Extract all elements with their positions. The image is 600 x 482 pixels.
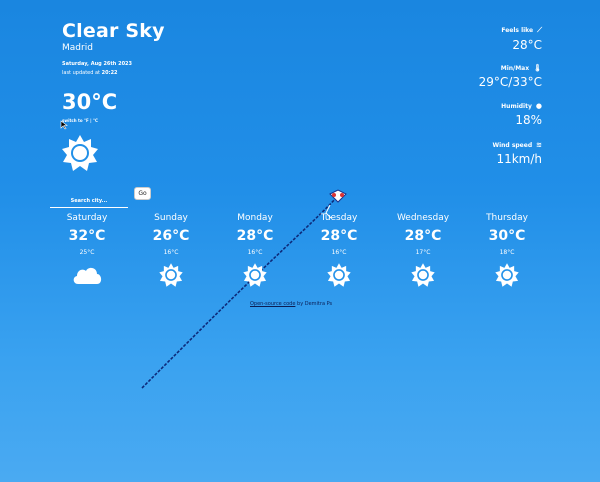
sun-icon — [62, 135, 98, 171]
forecast-day-name: Monday — [237, 213, 273, 223]
sun-icon — [495, 263, 519, 287]
search-form: Go — [50, 187, 151, 208]
min-max-label: Min/Max — [500, 65, 530, 72]
humidity-block: Humidity ● 18% — [501, 102, 542, 127]
forecast-min-temp: 16°C — [331, 249, 347, 256]
source-code-link[interactable]: Open-source code — [250, 301, 295, 307]
min-max-value: 29°C/33°C — [478, 75, 542, 89]
weather-description: Clear Sky — [62, 20, 165, 42]
forecast-day-name: Saturday — [66, 213, 108, 223]
forecast-day: Monday 28°C 16°C — [213, 213, 297, 292]
cloud-icon — [73, 267, 102, 284]
sun-icon — [327, 263, 351, 287]
forecast-day: Thursday 30°C 18°C — [465, 213, 549, 292]
go-button[interactable]: Go — [134, 187, 151, 200]
last-updated-prefix: last updated at — [62, 70, 101, 76]
humidity-label: Humidity — [501, 103, 532, 110]
forecast-day-name: Thursday — [486, 213, 528, 223]
sun-icon — [159, 263, 183, 287]
city-name: Madrid — [62, 43, 93, 53]
forecast-day-name: Sunday — [154, 213, 188, 223]
wind-block: Wind speed ≋ 11km/h — [492, 141, 542, 166]
current-date: Saturday, Aug 26th 2023 — [62, 61, 133, 67]
forecast-day: Tuesday 28°C 16°C — [297, 213, 381, 292]
forecast-max-temp: 26°C — [152, 228, 190, 244]
footer-author: by Demitra Ps — [297, 301, 333, 307]
wind-icon: ≋ — [536, 141, 542, 149]
forecast-max-temp: 28°C — [404, 228, 442, 244]
forecast-day: Wednesday 28°C 17°C — [381, 213, 465, 292]
footer-credit: Open-source code by Demitra Ps — [250, 301, 332, 307]
sun-icon — [411, 263, 435, 287]
current-temperature: 30°C — [62, 90, 118, 114]
forecast-max-temp: 28°C — [320, 228, 358, 244]
forecast-day-name: Wednesday — [396, 213, 450, 223]
forecast-day: Sunday 26°C 16°C — [129, 213, 213, 292]
unit-switch[interactable]: switch to °F | °C — [62, 118, 98, 123]
forecast-min-temp: 25°C — [79, 249, 95, 256]
forecast-day-name: Tuesday — [320, 213, 358, 223]
forecast-min-temp: 18°C — [499, 249, 515, 256]
forecast-min-temp: 16°C — [163, 249, 179, 256]
feels-like-label: Feels like — [501, 27, 534, 34]
forecast-min-temp: 16°C — [247, 249, 263, 256]
search-input[interactable] — [50, 195, 128, 208]
sun-icon — [243, 263, 267, 287]
forecast-max-temp: 32°C — [68, 228, 106, 244]
forecast-min-temp: 17°C — [415, 249, 431, 256]
wind-value: 11km/h — [496, 152, 542, 166]
last-updated-time: 20:22 — [101, 70, 118, 76]
last-updated: last updated at 20:22 — [62, 70, 118, 76]
min-max-block: Min/Max 🌡 29°C/33°C — [479, 64, 542, 89]
forecast-row: Saturday 32°C 25°C Sunday 26°C 16°C Mond… — [45, 213, 565, 292]
humidity-value: 18% — [515, 113, 542, 127]
wind-label: Wind speed — [492, 142, 533, 149]
forecast-max-temp: 30°C — [488, 228, 526, 244]
feels-like-block: Feels like ⟋ 28°C — [501, 26, 542, 52]
forecast-max-temp: 28°C — [236, 228, 274, 244]
droplet-icon: ● — [535, 102, 542, 110]
thermometer-range-icon: 🌡 — [533, 64, 542, 72]
feels-like-value: 28°C — [512, 38, 542, 52]
forecast-day: Saturday 32°C 25°C — [45, 213, 129, 292]
thermometer-icon: ⟋ — [537, 26, 542, 34]
